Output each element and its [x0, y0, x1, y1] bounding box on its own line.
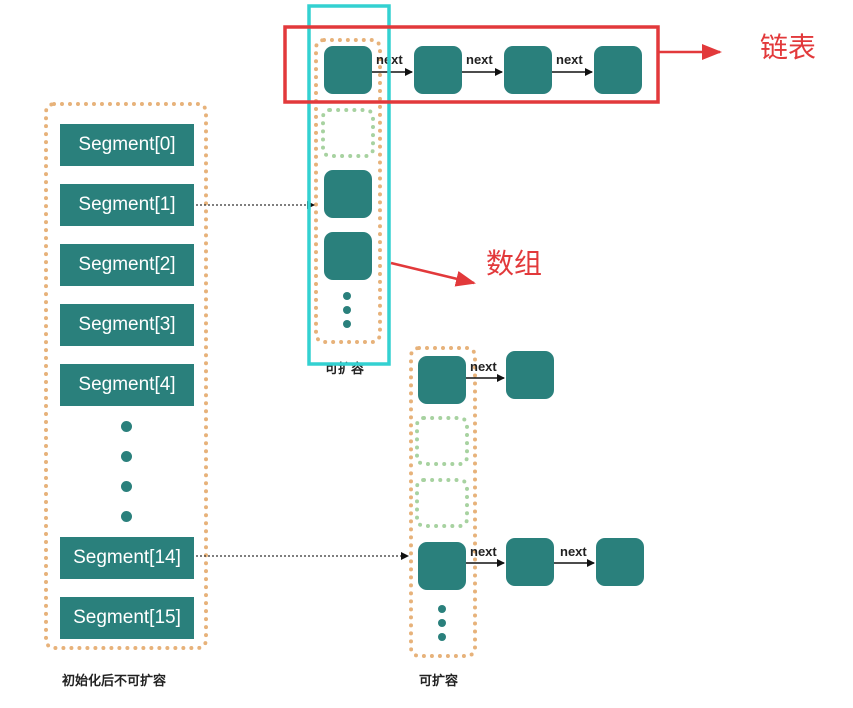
array-annotation-arrow [390, 261, 476, 287]
linked-list-annotation: 链表 [760, 31, 817, 64]
connector-layer [196, 4, 722, 567]
array-annotation: 数组 [486, 247, 543, 280]
array-highlight-box [307, 4, 391, 366]
linked-list-highlight-box [283, 25, 660, 104]
